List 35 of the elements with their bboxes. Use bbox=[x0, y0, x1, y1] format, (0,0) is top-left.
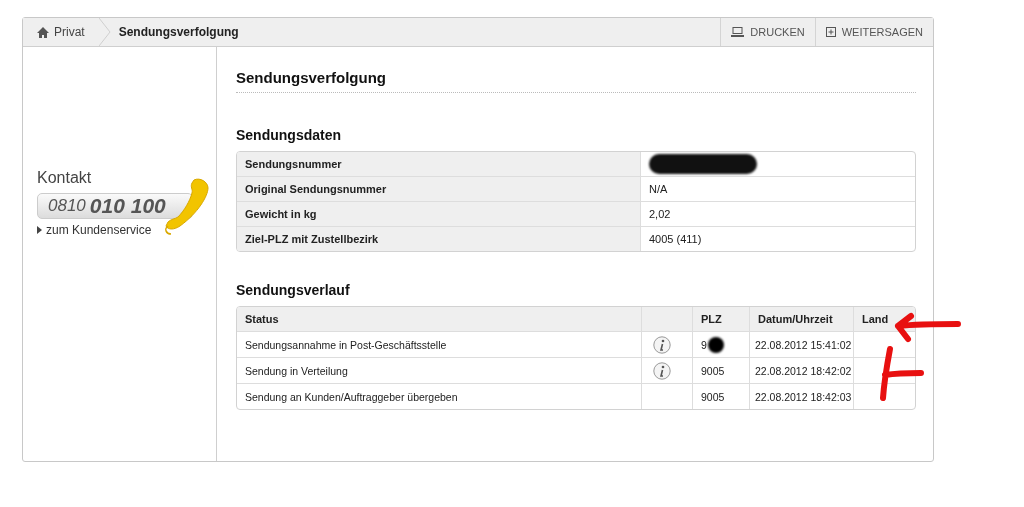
table-cell-text: N/A bbox=[648, 182, 669, 197]
customer-service-link[interactable]: zum Kundenservice bbox=[37, 223, 216, 237]
page-title: Sendungsverfolgung bbox=[236, 69, 916, 93]
breadcrumb-current: Sendungsverfolgung bbox=[117, 24, 240, 41]
table-cell: 9005 bbox=[693, 384, 750, 409]
table-cell: Ziel-PLZ mit Zustellbezirk bbox=[237, 227, 641, 251]
table-cell: 22.08.2012 18:42:02 bbox=[750, 358, 854, 383]
table-cell: 22.08.2012 18:42:03 bbox=[750, 384, 854, 409]
column-header: PLZ bbox=[693, 307, 750, 331]
share-button[interactable]: WEITERSAGEN bbox=[814, 18, 933, 46]
contact-heading: Kontakt bbox=[37, 169, 93, 187]
table-cell-text: 4005 (411) bbox=[648, 232, 703, 247]
table-cell: Original Sendungsnummer bbox=[237, 177, 641, 201]
info-icon[interactable] bbox=[653, 335, 671, 354]
info-icon[interactable] bbox=[653, 361, 671, 380]
section-heading: Sendungsverlauf bbox=[236, 282, 351, 298]
print-button[interactable]: DRUCKEN bbox=[720, 18, 815, 46]
section-heading: Sendungsdaten bbox=[236, 127, 342, 143]
home-icon bbox=[37, 26, 49, 38]
table-cell-text: 2,02 bbox=[648, 207, 672, 222]
table-cell: Sendungsnummer bbox=[237, 152, 641, 176]
column-header: Status bbox=[237, 307, 642, 331]
table-cell: 9005 bbox=[693, 358, 750, 383]
phone-handset-icon bbox=[164, 178, 210, 236]
table-cell: Sendung an Kunden/Auftraggeber übergeben bbox=[237, 384, 642, 409]
column-header: Datum/Uhrzeit bbox=[750, 307, 854, 331]
table-cell: Sendung in Verteilung bbox=[237, 358, 642, 383]
table-cell: Sendungsannahme in Post-Geschäftsstelle bbox=[237, 332, 642, 357]
table-cell: Gewicht in kg bbox=[237, 202, 641, 226]
triangle-icon bbox=[37, 226, 42, 234]
table-cell: 9 bbox=[701, 338, 707, 351]
table-cell: 22.08.2012 15:41:02 bbox=[750, 332, 854, 357]
plus-box-icon bbox=[825, 27, 836, 37]
breadcrumb-link[interactable]: Privat bbox=[23, 18, 99, 46]
laptop-icon bbox=[731, 27, 745, 37]
